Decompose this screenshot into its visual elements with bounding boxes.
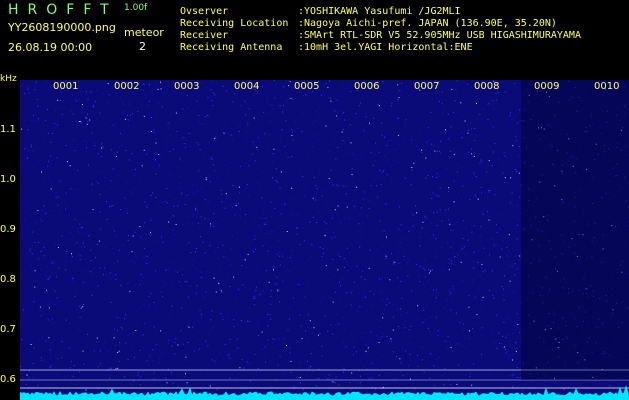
receiver-value: :SMArt RTL-SDR V5 52.905MHz USB HIGASHIM… bbox=[298, 30, 581, 41]
header-panel: HROFFT 1.00f YY2608190000.png meteor 2 2… bbox=[0, 0, 629, 80]
x-tick-0007: 0007 bbox=[414, 81, 440, 92]
datetime-label: 26.08.19 00:00 bbox=[8, 41, 93, 54]
x-tick-0010: 0010 bbox=[594, 81, 620, 92]
y-tick-0-9: 0.9 bbox=[0, 224, 16, 235]
x-tick-0005: 0005 bbox=[294, 81, 320, 92]
dim-segment bbox=[521, 80, 629, 380]
x-tick-0003: 0003 bbox=[174, 81, 200, 92]
x-tick-0006: 0006 bbox=[354, 81, 380, 92]
y-tick-0-6: 0.6 bbox=[0, 374, 16, 385]
receiver-label: Receiver bbox=[180, 30, 229, 41]
brand-title: HROFFT bbox=[8, 2, 118, 18]
x-tick-0002: 0002 bbox=[114, 81, 140, 92]
hrofft-window: HROFFT 1.00f YY2608190000.png meteor 2 2… bbox=[0, 0, 629, 400]
antenna-value: :10mH 3el.YAGI Horizontal:ENE bbox=[298, 42, 473, 53]
x-tick-0001: 0001 bbox=[53, 81, 79, 92]
y-tick-1-0: 1.0 bbox=[0, 174, 16, 185]
version-label: 1.00f bbox=[124, 3, 148, 13]
filename-label: YY2608190000.png bbox=[8, 21, 116, 34]
meteor-count: 2 bbox=[139, 40, 146, 53]
spectrogram-plot[interactable] bbox=[20, 80, 629, 400]
y-tick-0-7: 0.7 bbox=[0, 324, 16, 335]
x-tick-0004: 0004 bbox=[234, 81, 260, 92]
observer-value: :YOSHIKAWA Yasufumi /JG2MLI bbox=[298, 6, 461, 17]
x-tick-0009: 0009 bbox=[534, 81, 560, 92]
antenna-label: Receiving Antenna bbox=[180, 42, 283, 53]
observer-label: Ovserver bbox=[180, 6, 229, 17]
x-tick-0008: 0008 bbox=[474, 81, 500, 92]
location-label: Receiving Location bbox=[180, 18, 289, 29]
y-tick-1-1: 1.1 bbox=[0, 124, 16, 135]
y-tick-0-8: 0.8 bbox=[0, 274, 16, 285]
meteor-label: meteor bbox=[124, 26, 164, 39]
y-axis-unit: kHz bbox=[0, 74, 17, 84]
location-value: :Nagoya Aichi-pref. JAPAN (136.90E, 35.2… bbox=[298, 18, 557, 29]
